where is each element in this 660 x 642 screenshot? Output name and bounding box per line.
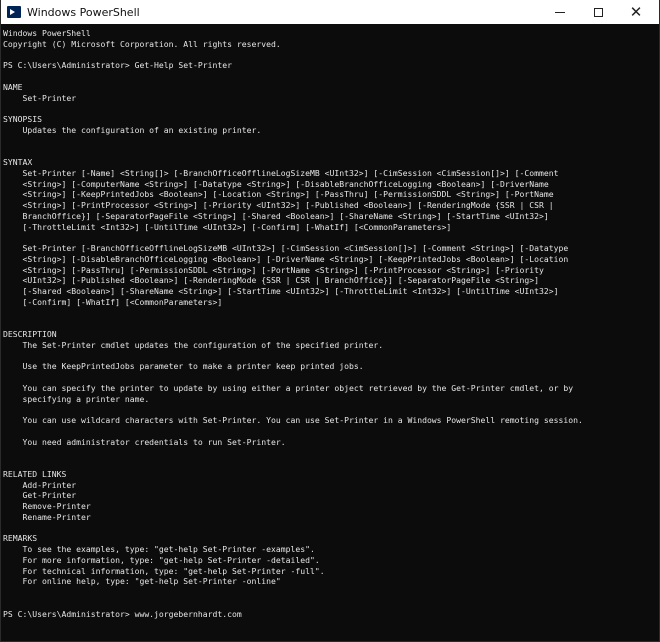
console-output[interactable]: Windows PowerShell Copyright (C) Microso… [1, 24, 659, 641]
console-text: Windows PowerShell Copyright (C) Microso… [1, 24, 659, 619]
console-line: Set-Printer [-Name] <String[]> [-BranchO… [3, 167, 559, 178]
console-line: For more information, type: "get-help Se… [3, 554, 320, 565]
maximize-button[interactable] [579, 0, 617, 24]
console-line: BranchOffice}] [-SeparatorPageFile <Stri… [3, 210, 549, 221]
console-line: Add-Printer [3, 479, 77, 490]
console-line: Use the KeepPrintedJobs parameter to mak… [3, 361, 364, 372]
console-line: <String>] [-PassThru] [-PermissionSDDL <… [3, 264, 544, 275]
window-title: Windows PowerShell [27, 5, 140, 19]
console-line: <String>] [-KeepPrintedJobs <Boolean>] [… [3, 189, 554, 200]
title-bar[interactable]: Windows PowerShell ✕ [1, 0, 659, 24]
close-icon: ✕ [629, 3, 643, 21]
console-line: [-Confirm] [-WhatIf] [<CommonParameters>… [3, 296, 223, 307]
console-line: For online help, type: "get-help Set-Pri… [3, 576, 281, 587]
console-line: For technical information, type: "get-he… [3, 565, 325, 576]
maximize-icon [593, 7, 603, 17]
console-line: PS C:\Users\Administrator> Get-Help Set-… [3, 60, 233, 71]
console-line: <UInt32>] [-Published <Boolean>] [-Rende… [3, 275, 540, 286]
console-line: SYNOPSIS [3, 114, 42, 124]
powershell-window: Windows PowerShell ✕ Windows PowerShell … [0, 0, 660, 642]
console-line: To see the examples, type: "get-help Set… [3, 544, 315, 554]
console-line: REMARKS [3, 533, 38, 544]
console-line: NAME [3, 81, 23, 92]
console-line: SYNTAX [3, 157, 33, 167]
console-line: [-ThrottleLimit <Int32>] [-UntilTime <UI… [3, 221, 452, 232]
console-line: You can specify the printer to update by… [3, 382, 574, 393]
minimize-button[interactable] [541, 0, 579, 24]
console-line: Set-Printer [3, 92, 77, 103]
console-line: <String>] [-DisableBranchOfficeLogging <… [3, 253, 569, 264]
console-line: <String>] [-PrintProcessor <String>] [-P… [3, 200, 554, 210]
console-line: Rename-Printer [3, 511, 91, 522]
console-line: Set-Printer [-BranchOfficeOfflineLogSize… [3, 243, 569, 253]
console-line: RELATED LINKS [3, 468, 67, 479]
console-line: PS C:\Users\Administrator> www.jorgebern… [3, 608, 242, 619]
console-line: Updates the configuration of an existing… [3, 124, 262, 135]
close-button[interactable]: ✕ [617, 0, 655, 24]
minimize-icon [555, 11, 565, 13]
powershell-icon [7, 6, 21, 18]
console-line: [-Shared <Boolean>] [-ShareName <String>… [3, 286, 559, 296]
console-line: You need administrator credentials to ru… [3, 436, 286, 447]
console-line: Windows PowerShell [3, 28, 91, 38]
console-line: <String>] [-ComputerName <String>] [-Dat… [3, 178, 549, 189]
console-line: specifying a printer name. [3, 393, 150, 404]
console-line: Get-Printer [3, 490, 77, 501]
console-line: DESCRIPTION [3, 329, 57, 339]
console-line: Remove-Printer [3, 501, 91, 511]
console-line: The Set-Printer cmdlet updates the confi… [3, 339, 384, 350]
console-line: You can use wildcard characters with Set… [3, 415, 583, 425]
console-line: Copyright (C) Microsoft Corporation. All… [3, 38, 281, 49]
